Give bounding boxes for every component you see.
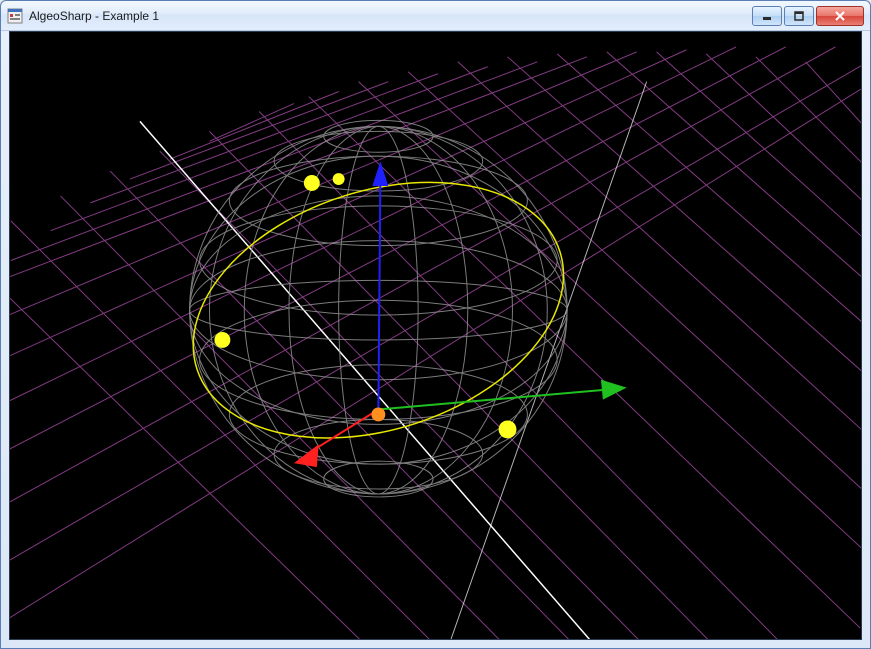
minimize-button[interactable]	[752, 6, 782, 26]
window-title: AlgeoSharp - Example 1	[29, 9, 750, 23]
application-window: AlgeoSharp - Example 1	[0, 0, 871, 649]
point-origin	[371, 408, 385, 422]
close-icon	[834, 11, 846, 21]
point-p1	[304, 175, 320, 191]
viewport[interactable]	[9, 31, 862, 640]
titlebar[interactable]: AlgeoSharp - Example 1	[1, 1, 870, 31]
maximize-button[interactable]	[784, 6, 814, 26]
scene-svg	[10, 32, 861, 639]
scene-background	[11, 32, 860, 639]
app-icon	[7, 8, 23, 24]
point-p2	[214, 332, 230, 348]
point-p3	[499, 420, 517, 438]
point-p4	[333, 173, 345, 185]
window-controls	[750, 6, 864, 26]
close-button[interactable]	[816, 6, 864, 26]
maximize-icon	[794, 11, 804, 21]
minimize-icon	[762, 11, 772, 21]
